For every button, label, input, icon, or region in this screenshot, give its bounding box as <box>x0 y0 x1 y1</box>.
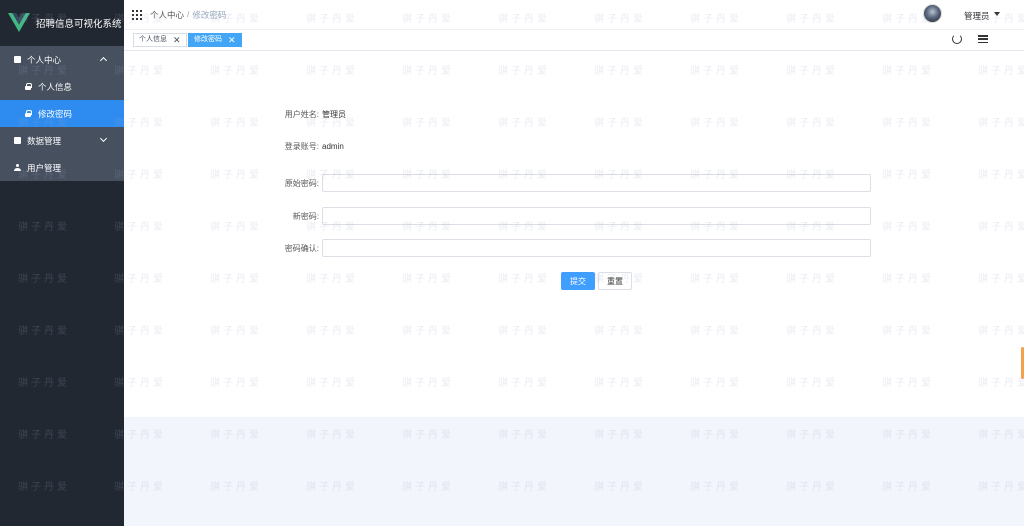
watermark-text: 骐子丹爱 <box>402 430 454 441</box>
form-row-new-password: 新密码: <box>254 207 871 225</box>
sidebar-item-label: 数据管理 <box>27 135 62 146</box>
new-password-input[interactable] <box>322 207 871 225</box>
close-icon[interactable]: ✕ <box>173 34 181 46</box>
confirm-password-input[interactable] <box>322 239 871 257</box>
sidebar-item-label: 修改密码 <box>38 108 73 119</box>
sidebar-item-data-management[interactable]: 数据管理 <box>0 127 124 154</box>
watermark-text: 骐子丹爱 <box>498 482 550 493</box>
avatar[interactable] <box>923 4 942 23</box>
top-header: 个人中心 / 修改密码 管理员 <box>124 0 1024 30</box>
sidebar-item-change-password[interactable]: 修改密码 <box>0 100 124 127</box>
form-row-old-password: 原始密码: <box>254 174 871 192</box>
watermark-text: 骐子丹爱 <box>594 482 646 493</box>
username-dropdown[interactable]: 管理员 <box>964 10 990 22</box>
caret-down-icon[interactable] <box>994 12 1000 16</box>
watermark-text: 骐子丹爱 <box>306 430 358 441</box>
watermark-text: 骐子丹爱 <box>786 482 838 493</box>
confirm-password-label: 密码确认: <box>284 243 319 253</box>
logo: 招聘信息可视化系统 <box>0 0 124 46</box>
breadcrumb: 个人中心 / 修改密码 <box>150 9 226 21</box>
old-password-input[interactable] <box>322 174 871 192</box>
vue-logo-icon <box>8 13 30 32</box>
close-icon[interactable]: ✕ <box>228 34 236 46</box>
sidebar-item-label: 个人中心 <box>27 54 62 65</box>
breadcrumb-item-change-password: 修改密码 <box>192 9 227 20</box>
submit-button[interactable]: 提交 <box>561 272 595 290</box>
tag-label: 修改密码 <box>194 36 222 43</box>
watermark-text: 骐子丹爱 <box>690 482 742 493</box>
sidebar-item-personal-center[interactable]: 个人中心 <box>0 46 124 73</box>
tag-change-password[interactable]: 修改密码 ✕ <box>188 33 242 47</box>
watermark-text: 骐子丹爱 <box>210 482 262 493</box>
refresh-icon[interactable] <box>952 34 962 44</box>
breadcrumb-separator: / <box>187 8 190 19</box>
chevron-up-icon <box>99 56 108 65</box>
user-icon <box>14 164 21 171</box>
main-content: 用户姓名: 管理员 登录账号: admin 原始密码: 新密码: 密码确认: 提… <box>124 51 1024 417</box>
sidebar: 招聘信息可视化系统 个人中心 个人信息 修改密码 数据管理 用户管理 <box>0 0 124 526</box>
settings-sliders-icon[interactable] <box>978 35 988 43</box>
tag-label: 个人信息 <box>139 36 167 43</box>
reset-button[interactable]: 重置 <box>598 272 632 290</box>
watermark-text: 骐子丹爱 <box>882 482 934 493</box>
username-label: 用户姓名: <box>284 110 319 119</box>
breadcrumb-item-personal-center[interactable]: 个人中心 <box>150 9 184 21</box>
lock-icon <box>25 83 32 90</box>
app-title: 招聘信息可视化系统 <box>36 19 122 30</box>
username-value: 管理员 <box>322 110 346 119</box>
form-row-username: 用户姓名: 管理员 <box>254 109 346 120</box>
watermark-text: 骐子丹爱 <box>978 482 1024 493</box>
app-grid-icon[interactable] <box>132 9 142 20</box>
old-password-label: 原始密码: <box>284 178 319 188</box>
sidebar-item-personal-info[interactable]: 个人信息 <box>0 73 124 100</box>
watermark-text: 骐子丹爱 <box>978 430 1024 441</box>
watermark-text: 骐子丹爱 <box>594 430 646 441</box>
account-label: 登录账号: <box>284 142 319 151</box>
watermark-text: 骐子丹爱 <box>498 430 550 441</box>
lock-icon <box>25 110 32 117</box>
tag-personal-info[interactable]: 个人信息 ✕ <box>133 33 187 47</box>
chevron-down-icon <box>99 134 108 143</box>
square-icon <box>14 56 21 63</box>
sidebar-menu: 个人中心 个人信息 修改密码 数据管理 用户管理 <box>0 46 124 181</box>
sidebar-item-label: 用户管理 <box>27 162 62 173</box>
form-row-confirm-password: 密码确认: <box>254 239 871 257</box>
sidebar-item-user-management[interactable]: 用户管理 <box>0 154 124 181</box>
watermark-text: 骐子丹爱 <box>786 430 838 441</box>
form-row-account: 登录账号: admin <box>254 141 344 152</box>
watermark-text: 骐子丹爱 <box>306 482 358 493</box>
square-icon <box>14 137 21 144</box>
watermark-text: 骐子丹爱 <box>690 430 742 441</box>
new-password-label: 新密码: <box>292 211 319 221</box>
tags-view: 个人信息 ✕ 修改密码 ✕ <box>124 30 1024 51</box>
account-value: admin <box>322 142 344 151</box>
watermark-text: 骐子丹爱 <box>402 482 454 493</box>
watermark-text: 骐子丹爱 <box>882 430 934 441</box>
sidebar-item-label: 个人信息 <box>38 81 73 92</box>
watermark-text: 骐子丹爱 <box>210 430 262 441</box>
